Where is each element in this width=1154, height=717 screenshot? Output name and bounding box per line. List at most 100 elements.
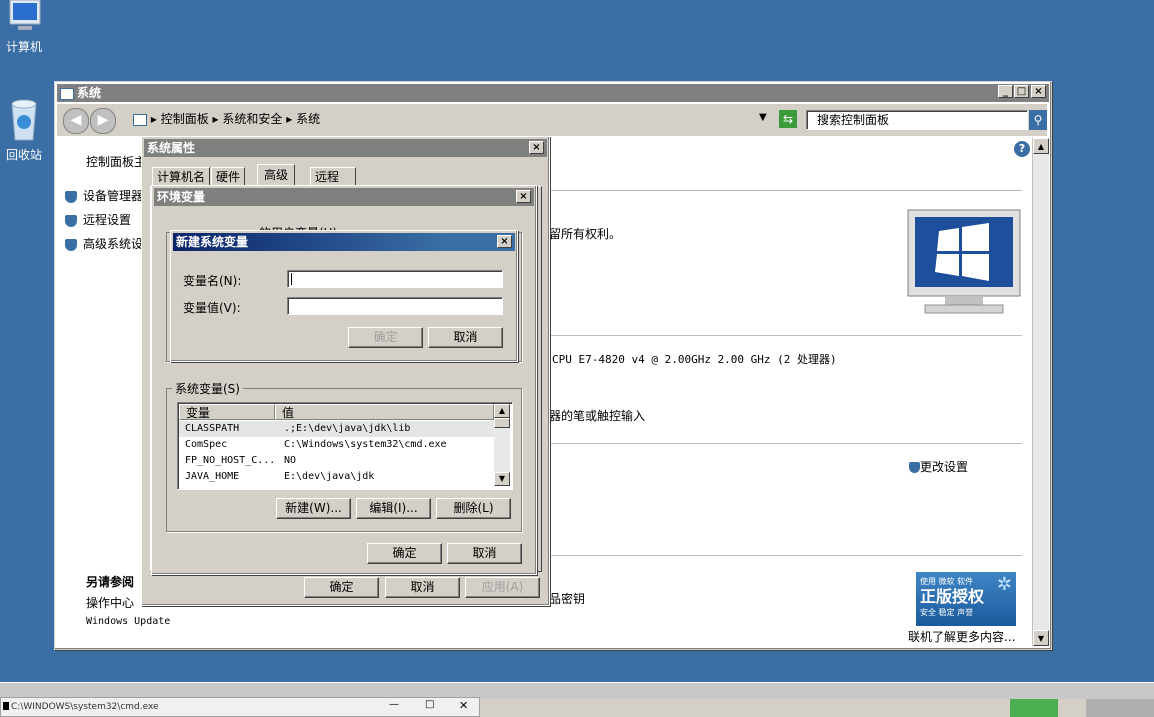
address-bar[interactable]: ▸ 控制面板 ▸ 系统和安全 ▸ 系统 — [133, 110, 775, 128]
desktop-icon-label: 回收站 — [5, 148, 42, 162]
scroll-up-icon[interactable]: ▲ — [1033, 138, 1049, 154]
nav-device-manager[interactable]: 设备管理器 — [65, 187, 143, 204]
close-button[interactable]: × — [497, 235, 512, 248]
dialog-title: 新建系统变量 — [176, 235, 249, 249]
new-system-variable-dialog: 新建系统变量 × 变量名(N): 变量值(V): 确定 取消 — [170, 230, 518, 362]
table-row[interactable]: ComSpec C:\Windows\system32\cmd.exe — [179, 437, 494, 453]
desktop-icon-computer[interactable]: 计算机 — [0, 0, 54, 55]
windows-logo-icon — [907, 209, 1021, 314]
close-button[interactable]: × — [1031, 85, 1046, 98]
tray-indicator — [1010, 699, 1058, 717]
change-settings-link[interactable]: 更改设置 — [909, 458, 968, 475]
cell-value: E:\dev\java\jdk — [284, 471, 375, 482]
scrollbar[interactable]: ▲ ▼ — [1032, 138, 1049, 646]
minimize-icon[interactable]: — — [389, 699, 399, 710]
scroll-down-icon[interactable]: ▼ — [1033, 630, 1049, 646]
taskbar: C:\WINDOWS\system32\cmd.exe — □ ✕ — [0, 682, 1154, 717]
address-dropdown-icon[interactable]: ▼ — [759, 112, 767, 123]
nav-item-label: 高级系统设 — [83, 237, 144, 251]
maximize-icon[interactable]: □ — [425, 699, 434, 710]
cell-name: JAVA_HOME — [185, 471, 240, 482]
delete-variable-button[interactable]: 删除(L) — [436, 498, 511, 519]
search-icon[interactable]: ⚲ — [1029, 110, 1047, 130]
cancel-button[interactable]: 取消 — [428, 327, 503, 348]
nav-advanced-settings[interactable]: 高级系统设 — [65, 235, 143, 252]
cell-name: ComSpec — [185, 439, 228, 450]
shield-icon — [65, 190, 77, 203]
cmd-window-tab[interactable]: C:\WINDOWS\system32\cmd.exe — □ ✕ — [0, 697, 480, 717]
cmd-icon — [3, 701, 9, 710]
breadcrumb-arrow-icon: ▸ — [150, 112, 157, 126]
column-header-variable[interactable]: 变量 — [179, 404, 275, 420]
breadcrumb-control-panel[interactable]: 控制面板 — [161, 112, 209, 126]
tab-advanced[interactable]: 高级 — [257, 164, 296, 187]
tab-hardware[interactable]: 硬件 — [211, 167, 246, 187]
see-also-action-center[interactable]: 操作中心 — [86, 594, 134, 611]
product-key-text: 品密钥 — [549, 592, 586, 606]
variable-name-label: 变量名(N): — [183, 274, 242, 288]
cancel-button[interactable]: 取消 — [385, 577, 460, 598]
refresh-icon[interactable]: ⇆ — [779, 110, 797, 128]
cell-value: C:\Windows\system32\cmd.exe — [284, 439, 447, 450]
shield-icon — [65, 238, 77, 251]
maximize-button[interactable]: □ — [1014, 85, 1029, 98]
scroll-thumb[interactable] — [494, 418, 510, 428]
table-row[interactable]: JAVA_HOME E:\dev\java\jdk — [179, 469, 494, 485]
nav-remote-settings[interactable]: 远程设置 — [65, 211, 131, 228]
search-input[interactable]: 搜索控制面板 — [806, 110, 1028, 130]
dialog-title: 系统属性 — [147, 141, 196, 155]
more-online-link[interactable]: 联机了解更多内容... — [908, 628, 1015, 645]
list-scrollbar[interactable]: ▲ ▼ — [494, 404, 510, 486]
nav-home[interactable]: 控制面板主 — [86, 153, 146, 170]
star-icon: ✲ — [996, 574, 1012, 595]
edit-variable-button[interactable]: 编辑(I)... — [356, 498, 431, 519]
close-button[interactable]: × — [516, 190, 531, 203]
breadcrumb-arrow-icon: ▸ — [212, 112, 219, 126]
breadcrumb-security[interactable]: 系统和安全 — [222, 112, 282, 126]
forward-button[interactable]: ▶ — [90, 108, 116, 134]
search-placeholder: 搜索控制面板 — [817, 113, 890, 127]
help-icon[interactable]: ? — [1014, 141, 1030, 157]
table-row[interactable]: FP_NO_HOST_C... NO — [179, 453, 494, 469]
new-variable-button[interactable]: 新建(W)... — [276, 498, 351, 519]
divider — [549, 335, 1022, 336]
variable-name-input[interactable] — [287, 270, 503, 288]
table-row[interactable]: CLASSPATH .;E:\dev\java\jdk\lib — [179, 421, 494, 437]
copyright-text: 留所有权利。 — [549, 227, 622, 241]
minimize-button[interactable]: _ — [998, 85, 1013, 98]
column-header-value[interactable]: 值 — [275, 404, 494, 420]
scroll-down-icon[interactable]: ▼ — [494, 472, 510, 486]
back-button[interactable]: ◀ — [63, 108, 89, 134]
cpu-info: CPU E7-4820 v4 @ 2.00GHz 2.00 GHz (2 处理器… — [552, 353, 837, 366]
variable-value-input[interactable] — [287, 297, 503, 315]
see-also-windows-update[interactable]: Windows Update — [86, 616, 170, 627]
ok-button[interactable]: 确定 — [348, 327, 423, 348]
desktop-icon-recycle-bin[interactable]: 回收站 — [0, 98, 54, 163]
close-button[interactable]: × — [529, 141, 544, 154]
close-icon[interactable]: ✕ — [459, 699, 468, 712]
tab-remote[interactable]: 远程 — [310, 167, 356, 187]
dialog-titlebar[interactable]: 环境变量 — [154, 188, 534, 206]
system-variables-list[interactable]: 变量 值 CLASSPATH .;E:\dev\java\jdk\lib Com… — [177, 402, 513, 490]
tab-computer-name[interactable]: 计算机名 — [152, 167, 211, 187]
system-window-titlebar[interactable]: 系统 — [57, 84, 1049, 102]
apply-button[interactable]: 应用(A) — [465, 577, 540, 598]
cell-value: NO — [284, 455, 297, 466]
shield-icon — [65, 214, 77, 227]
desktop-icon-label: 计算机 — [5, 40, 42, 54]
scroll-up-icon[interactable]: ▲ — [494, 404, 510, 418]
cancel-button[interactable]: 取消 — [447, 543, 522, 564]
ok-button[interactable]: 确定 — [367, 543, 442, 564]
dialog-titlebar[interactable]: 新建系统变量 — [173, 233, 515, 251]
dialog-titlebar[interactable]: 系统属性 — [144, 139, 547, 157]
window-title: 系统 — [77, 86, 102, 100]
divider — [549, 555, 1022, 556]
ok-button[interactable]: 确定 — [304, 577, 379, 598]
recycle-bin-icon — [4, 98, 44, 142]
genuine-badge[interactable]: 使用 微软 软件 正版授权 安全 稳定 声誉 ✲ — [916, 572, 1016, 626]
tray-area — [1086, 699, 1154, 717]
genuine-sub: 安全 稳定 声誉 — [920, 608, 974, 617]
shield-icon — [909, 462, 920, 473]
breadcrumb-system[interactable]: 系统 — [296, 112, 320, 126]
variable-value-label: 变量值(V): — [183, 301, 241, 315]
